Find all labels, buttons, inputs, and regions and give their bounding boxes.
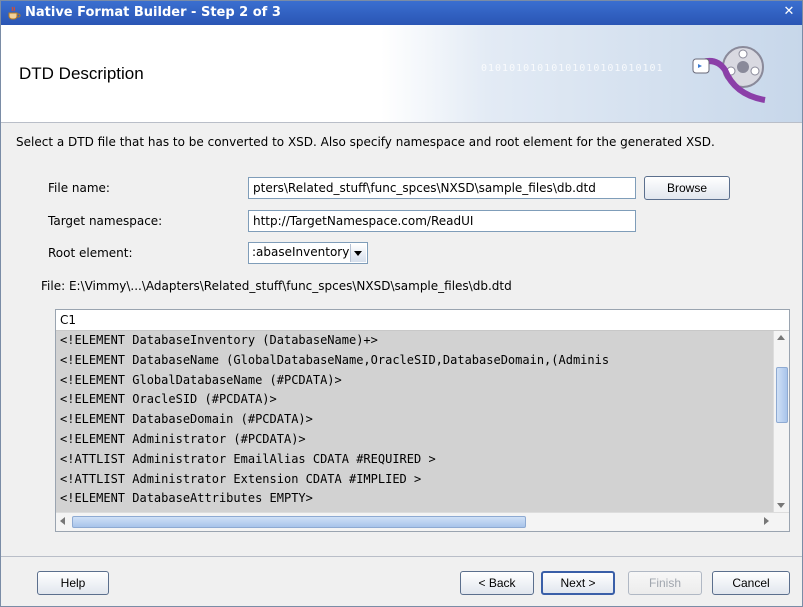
back-button[interactable]: < Back — [460, 571, 534, 595]
cancel-button[interactable]: Cancel — [712, 571, 790, 595]
file-name-field[interactable]: pters\Related_stuff\func_spces\NXSD\samp… — [248, 177, 636, 199]
file-name-label: File name: — [48, 181, 110, 195]
root-element-dropdown[interactable]: :abaseInventory — [248, 242, 368, 264]
file-path-text: File: E:\Vimmy\...\Adapters\Related_stuf… — [41, 279, 512, 293]
dtd-preview-table[interactable]: C1 <!ELEMENT DatabaseInventory (Database… — [55, 309, 790, 532]
native-format-builder-dialog: Native Format Builder - Step 2 of 3 ✕ 01… — [0, 0, 803, 607]
dtd-lines: <!ELEMENT DatabaseInventory (DatabaseNam… — [56, 331, 774, 512]
root-element-value: :abaseInventory — [252, 245, 350, 259]
column-header-label: C1 — [60, 313, 77, 327]
scroll-left-arrow-icon[interactable] — [60, 517, 65, 525]
wizard-footer: Help < Back Next > Finish Cancel — [1, 557, 802, 606]
dtd-line: <!ELEMENT GlobalDatabaseName (#PCDATA)> — [60, 372, 342, 387]
dtd-line: <!ELEMENT DatabaseDomain (#PCDATA)> — [60, 412, 313, 427]
wizard-header: 01010101010101010101010101 DTD Descripti… — [1, 25, 802, 123]
java-cup-icon — [8, 6, 21, 20]
root-element-label: Root element: — [48, 246, 133, 260]
dtd-line: <!ELEMENT Administrator (#PCDATA)> — [60, 431, 306, 446]
dtd-line: <!ELEMENT DatabaseAttributes EMPTY> — [60, 491, 313, 506]
help-button[interactable]: Help — [37, 571, 109, 595]
dtd-line: <!ELEMENT DatabaseName (GlobalDatabaseNa… — [60, 352, 610, 367]
horizontal-scroll-thumb[interactable] — [72, 516, 526, 528]
scroll-right-arrow-icon[interactable] — [764, 517, 769, 525]
dtd-line: <!ELEMENT DatabaseInventory (DatabaseNam… — [60, 333, 378, 347]
finish-button[interactable]: Finish — [628, 571, 702, 595]
banner-binary-text: 01010101010101010101010101 — [481, 63, 664, 74]
scroll-up-arrow-icon[interactable] — [777, 335, 785, 340]
file-name-label-text: File name: — [48, 181, 110, 195]
vertical-scroll-thumb[interactable] — [776, 367, 788, 423]
next-button[interactable]: Next > — [541, 571, 615, 595]
window-title: Native Format Builder - Step 2 of 3 — [25, 5, 281, 20]
target-namespace-field[interactable]: http://TargetNamespace.com/ReadUI — [248, 210, 636, 232]
column-header[interactable]: C1 — [56, 310, 789, 331]
film-reel-logo — [692, 46, 766, 103]
dtd-line: <!ATTLIST Administrator Extension CDATA … — [60, 471, 422, 486]
close-button[interactable]: ✕ — [782, 5, 796, 19]
instructions-text: Select a DTD file that has to be convert… — [16, 135, 715, 149]
chevron-down-icon[interactable] — [350, 244, 366, 262]
dtd-line: <!ATTLIST Administrator EmailAlias CDATA… — [60, 451, 436, 466]
dtd-line: <!ELEMENT OracleSID (#PCDATA)> — [60, 392, 277, 407]
page-title: DTD Description — [19, 64, 144, 83]
title-bar: Native Format Builder - Step 2 of 3 ✕ — [1, 1, 802, 25]
horizontal-scrollbar[interactable] — [56, 512, 789, 531]
vertical-scrollbar[interactable] — [773, 331, 789, 512]
browse-button[interactable]: Browse — [644, 176, 730, 200]
target-namespace-label: Target namespace: — [48, 214, 163, 228]
scroll-down-arrow-icon[interactable] — [777, 503, 785, 508]
